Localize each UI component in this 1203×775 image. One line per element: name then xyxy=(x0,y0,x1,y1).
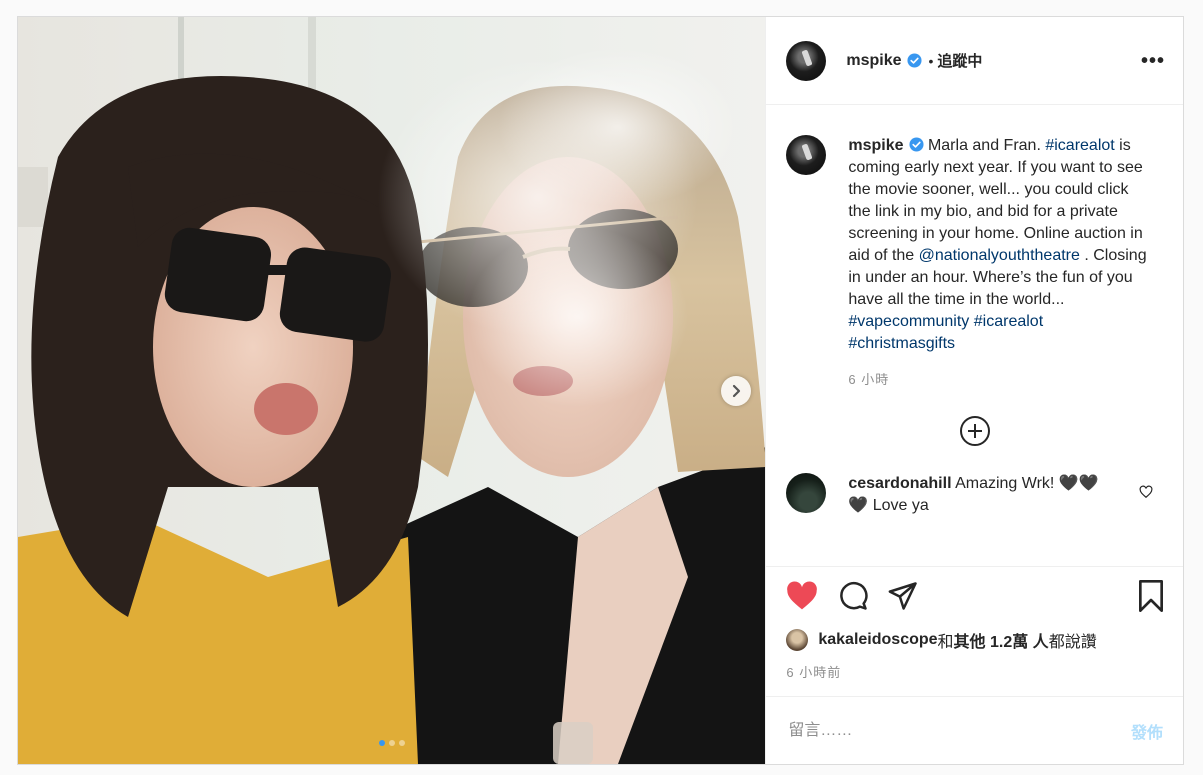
hashtag-link[interactable]: #vapecommunity xyxy=(848,313,969,330)
post-container: mspike • 追蹤中 ••• mspike Marla and Fran. … xyxy=(17,16,1184,765)
verified-badge-icon xyxy=(906,53,922,68)
comment-input[interactable] xyxy=(786,720,1131,741)
liker-avatar[interactable] xyxy=(786,629,809,651)
post-header: mspike • 追蹤中 ••• xyxy=(766,17,1183,105)
like-button[interactable] xyxy=(786,580,818,611)
comment-button[interactable] xyxy=(838,581,869,611)
follow-separator: • xyxy=(928,52,934,69)
share-button[interactable] xyxy=(888,581,918,611)
add-comment-bar: 發佈 xyxy=(766,696,1183,764)
post-side-panel: mspike • 追蹤中 ••• mspike Marla and Fran. … xyxy=(765,17,1183,764)
commenter-avatar[interactable] xyxy=(786,473,827,513)
post-actions xyxy=(766,566,1183,624)
heart-filled-icon xyxy=(787,580,818,609)
likes-others-count[interactable]: 其他 1.2萬 人 xyxy=(954,628,1049,652)
load-more-comments[interactable] xyxy=(786,415,1183,447)
caption-part: is coming early next year. If you want t… xyxy=(848,137,1143,264)
post-caption: mspike Marla and Fran. #icarealot is com… xyxy=(786,105,1183,391)
chevron-right-icon xyxy=(732,384,741,398)
post-comment-button[interactable]: 發佈 xyxy=(1131,719,1163,743)
caption-part: Marla and Fran. xyxy=(927,137,1046,154)
post-timestamp[interactable]: 6 小時前 xyxy=(766,656,1183,684)
hashtag-link[interactable]: #icarealot xyxy=(1045,137,1114,154)
post-media[interactable] xyxy=(18,17,766,764)
hashtag-link[interactable]: #christmasgifts xyxy=(848,335,955,352)
carousel-dot xyxy=(378,740,385,746)
comment-item: cesardonahill Amazing Wrk! 🖤🖤 🖤 Love ya xyxy=(786,473,1183,517)
comment-text: cesardonahill Amazing Wrk! 🖤🖤 🖤 Love ya xyxy=(848,473,1118,517)
caption-author[interactable]: mspike xyxy=(848,137,903,154)
mention-link[interactable]: @nationalyouththeatre xyxy=(919,247,1080,264)
author-username[interactable]: mspike xyxy=(846,52,901,70)
author-avatar[interactable] xyxy=(786,40,827,81)
caption-author-avatar[interactable] xyxy=(786,135,827,175)
likes-suffix: 都說讚 xyxy=(1048,634,1097,651)
likes-connector: 和 xyxy=(937,634,954,651)
load-more-plus-icon xyxy=(959,416,990,446)
likes-summary: kakaleidoscope 和 其他 1.2萬 人 都說讚 xyxy=(766,624,1183,656)
comment-bubble-icon xyxy=(840,581,869,610)
caption-timestamp[interactable]: 6 小時 xyxy=(848,369,1148,391)
post-photo xyxy=(18,17,766,764)
more-options-icon[interactable]: ••• xyxy=(1141,51,1165,71)
carousel-dot xyxy=(388,740,395,746)
comment-like-button[interactable] xyxy=(1139,485,1153,504)
save-button[interactable] xyxy=(1137,579,1165,612)
carousel-indicator xyxy=(18,740,765,746)
bookmark-icon xyxy=(1139,579,1163,612)
following-button[interactable]: 追蹤中 xyxy=(937,50,982,71)
verified-badge-icon xyxy=(908,137,924,152)
comments-section: mspike Marla and Fran. #icarealot is com… xyxy=(766,105,1183,566)
comment-author[interactable]: cesardonahill xyxy=(848,475,951,492)
hashtag-link[interactable]: #icarealot xyxy=(974,313,1043,330)
caption-text: mspike Marla and Fran. #icarealot is com… xyxy=(848,135,1148,391)
carousel-dot xyxy=(398,740,405,746)
heart-outline-icon xyxy=(1139,485,1153,499)
liker-username[interactable]: kakaleidoscope xyxy=(818,631,937,649)
share-send-icon xyxy=(888,581,918,610)
next-photo-button[interactable] xyxy=(721,376,751,406)
